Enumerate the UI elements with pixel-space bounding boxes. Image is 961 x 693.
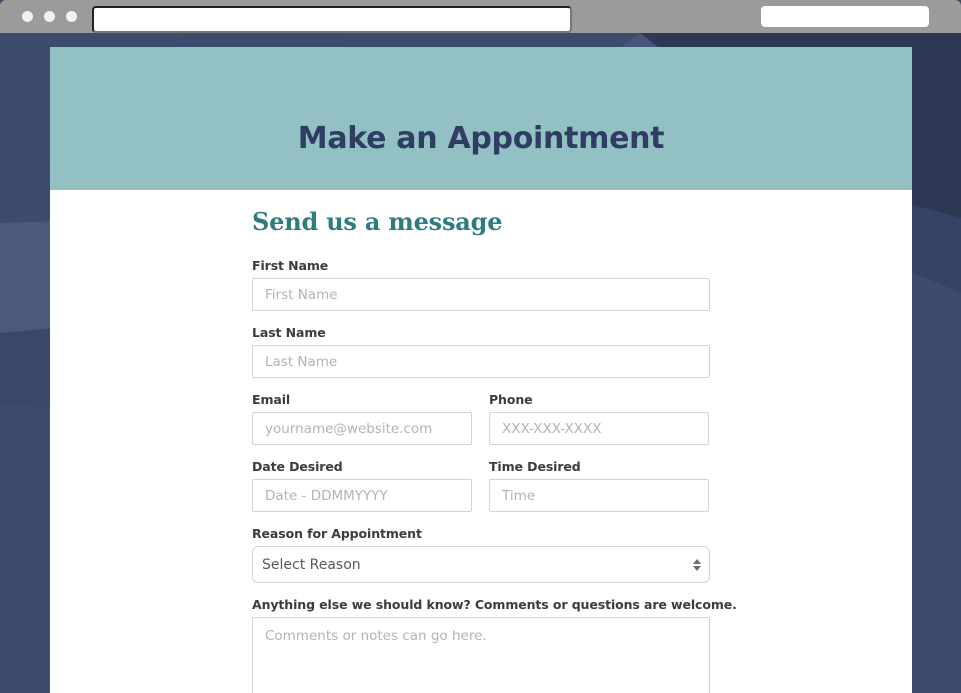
comments-label: Anything else we should know? Comments o…: [252, 597, 737, 612]
last-name-label: Last Name: [252, 325, 326, 340]
field-email: Email: [252, 392, 472, 445]
browser-chrome: [0, 0, 961, 33]
page-banner: Make an Appointment: [50, 47, 912, 190]
browser-toolbar-button[interactable]: [761, 6, 929, 27]
window-controls: [22, 11, 77, 22]
page-content-card: Make an Appointment Send us a message Fi…: [50, 47, 912, 693]
maximize-window-icon[interactable]: [66, 11, 77, 22]
form-heading: Send us a message: [252, 207, 503, 236]
last-name-input[interactable]: [252, 345, 710, 378]
minimize-window-icon[interactable]: [44, 11, 55, 22]
phone-input[interactable]: [489, 412, 709, 445]
first-name-input[interactable]: [252, 278, 710, 311]
comments-textarea[interactable]: [252, 617, 710, 693]
email-input[interactable]: [252, 412, 472, 445]
field-phone: Phone: [489, 392, 709, 445]
field-time-desired: Time Desired: [489, 459, 709, 512]
reason-select[interactable]: Select Reason: [252, 546, 710, 583]
row-email-phone: Email Phone: [252, 392, 710, 445]
appointment-form: Send us a message First Name Last Name E…: [252, 207, 737, 693]
time-desired-label: Time Desired: [489, 459, 581, 474]
page-title: Make an Appointment: [297, 121, 665, 157]
reason-label: Reason for Appointment: [252, 526, 422, 541]
close-window-icon[interactable]: [22, 11, 33, 22]
field-last-name: Last Name: [252, 325, 710, 378]
date-desired-label: Date Desired: [252, 459, 343, 474]
first-name-label: First Name: [252, 258, 329, 273]
time-desired-input[interactable]: [489, 479, 709, 512]
email-label: Email: [252, 392, 291, 407]
field-date-desired: Date Desired: [252, 459, 472, 512]
row-date-time: Date Desired Time Desired: [252, 459, 710, 512]
address-bar-input[interactable]: [92, 6, 572, 33]
field-first-name: First Name: [252, 258, 710, 311]
date-desired-input[interactable]: [252, 479, 472, 512]
phone-label: Phone: [489, 392, 533, 407]
field-reason-for-appointment: Reason for Appointment Select Reason: [252, 526, 710, 583]
field-comments: Anything else we should know? Comments o…: [252, 597, 737, 693]
